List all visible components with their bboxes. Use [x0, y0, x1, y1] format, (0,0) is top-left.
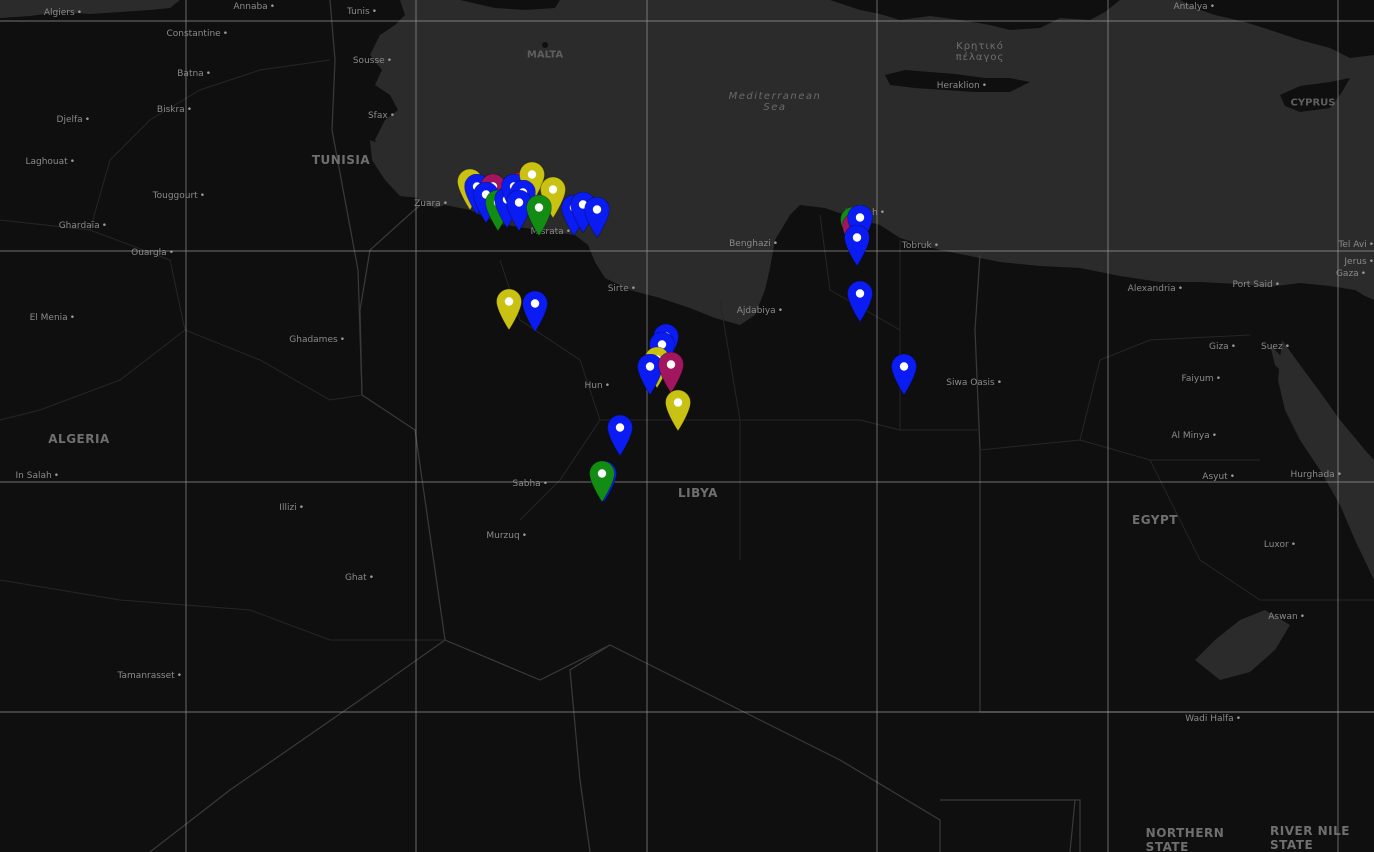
city-label-suez: Suez	[1261, 342, 1290, 352]
city-label-heraklion: Heraklion	[937, 81, 987, 91]
city-label-alexandria: Alexandria	[1128, 284, 1183, 294]
country-label-northern-state: NORTHERN STATE	[1145, 826, 1225, 852]
city-label-ghardaia: Ghardaïa	[59, 221, 107, 231]
city-label-al-minya: Al Minya	[1171, 431, 1217, 441]
city-label-ghadames: Ghadames	[289, 335, 345, 345]
map-pin-icon[interactable]	[847, 280, 873, 322]
country-label-libya: LIBYA	[678, 486, 718, 500]
city-label-algiers: Algiers	[44, 8, 82, 18]
country-label-tunisia: TUNISIA	[311, 153, 371, 167]
map-pin-icon[interactable]	[526, 194, 552, 236]
sea-label-mediterranean: Mediterranean Sea	[728, 91, 822, 113]
city-label-faiyum: Faiyum	[1182, 374, 1221, 384]
city-label-asyut: Asyut	[1202, 472, 1235, 482]
city-label-ajdabiya: Ajdabiya	[737, 306, 783, 316]
city-label-ouargla: Ouargla	[131, 248, 174, 258]
city-label-constantine: Constantine	[166, 29, 228, 39]
city-label-hun: Hun	[585, 381, 611, 391]
map-pin-icon[interactable]	[607, 415, 633, 457]
country-label-algeria: ALGERIA	[48, 432, 110, 446]
city-label-annaba: Annaba	[233, 2, 275, 12]
city-label-benghazi: Benghazi	[729, 239, 778, 249]
city-label-djelfa: Djelfa	[57, 115, 90, 125]
city-label-zuara: Zuara	[414, 199, 448, 209]
map-pin-icon[interactable]	[584, 197, 610, 239]
city-label-tamanrasset: Tamanrasset	[118, 671, 182, 681]
city-label-giza: Giza	[1209, 342, 1236, 352]
country-label-river-nile-state: RIVER NILE STATE	[1270, 824, 1350, 852]
map-pin-icon[interactable]	[665, 389, 691, 431]
city-label-in-salah: In Salah	[16, 471, 59, 481]
sea-label-cretan: Κρητικό πέλαγος	[955, 41, 1005, 63]
city-label-murzuq: Murzuq	[486, 531, 527, 541]
city-label-laghouat: Laghouat	[25, 157, 75, 167]
city-label-sirte: Sirte	[608, 284, 636, 294]
city-label-jerusalem: Jerus	[1344, 257, 1374, 267]
city-label-tunis: Tunis	[347, 7, 377, 17]
city-label-hurghada: Hurghada	[1291, 470, 1343, 480]
map-pin-icon[interactable]	[844, 225, 870, 267]
city-label-sabha: Sabha	[513, 479, 548, 489]
map-pin-icon[interactable]	[589, 460, 615, 502]
city-label-illizi: Illizi	[279, 503, 304, 513]
city-label-tobruk: Tobruk	[902, 241, 939, 251]
sea-label-cyprus: CYPRUS	[1290, 97, 1336, 109]
map-pin-icon[interactable]	[658, 351, 684, 393]
city-label-el-menia: El Menia	[30, 313, 75, 323]
map-pin-icon[interactable]	[891, 354, 917, 396]
city-label-antalya: Antalya	[1173, 2, 1215, 12]
city-label-batna: Batna	[177, 69, 211, 79]
city-label-tel-aviv: Tel Avi	[1338, 240, 1374, 250]
map-pin-icon[interactable]	[522, 291, 548, 333]
city-label-ghat: Ghat	[345, 573, 374, 583]
city-label-wadi-halfa: Wadi Halfa	[1185, 714, 1241, 724]
city-label-sfax: Sfax	[368, 111, 395, 121]
country-label-egypt: EGYPT	[1132, 513, 1178, 527]
city-label-touggourt: Touggourt	[153, 191, 205, 201]
city-label-luxor: Luxor	[1264, 540, 1296, 550]
map[interactable]: TUNISIA ALGERIA LIBYA EGYPT CYPRUS NORTHERN S…	[0, 0, 1374, 852]
city-label-port-said: Port Said	[1233, 280, 1280, 290]
city-label-aswan: Aswan	[1268, 612, 1305, 622]
city-label-gaza: Gaza	[1336, 269, 1366, 279]
map-pin-icon[interactable]	[496, 288, 522, 330]
sea-label-malta: MALTA	[526, 49, 564, 61]
city-label-biskra: Biskra	[157, 105, 192, 115]
city-label-sousse: Sousse	[353, 56, 392, 66]
city-label-siwa-oasis: Siwa Oasis	[946, 378, 1002, 388]
